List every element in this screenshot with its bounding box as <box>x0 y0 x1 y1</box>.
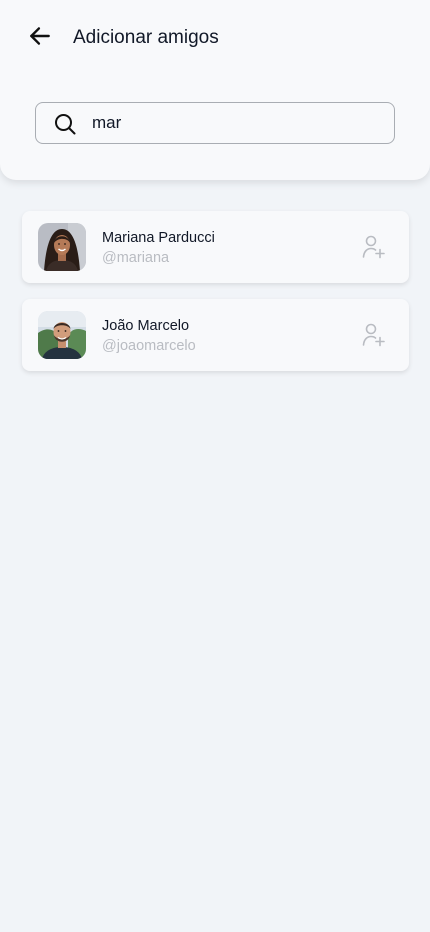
list-item[interactable]: Mariana Parducci @mariana <box>22 211 409 283</box>
search-box[interactable] <box>35 102 395 144</box>
results-list: Mariana Parducci @mariana João Marcelo @… <box>22 211 409 387</box>
woman-avatar-photo <box>38 223 86 271</box>
page-title: Adicionar amigos <box>73 27 219 48</box>
user-name: João Marcelo <box>102 318 190 334</box>
back-button[interactable] <box>24 20 56 52</box>
user-handle: @joaomarcelo <box>102 338 196 354</box>
user-name: Mariana Parducci <box>102 230 215 246</box>
search-input[interactable] <box>92 103 382 143</box>
man-avatar-photo <box>38 311 86 359</box>
arrow-left-icon <box>30 27 50 45</box>
search-icon <box>55 114 76 135</box>
add-user-icon[interactable] <box>361 234 387 260</box>
user-handle: @mariana <box>102 250 170 266</box>
top-bar: Adicionar amigos <box>0 0 430 180</box>
list-item[interactable]: João Marcelo @joaomarcelo <box>22 299 409 371</box>
add-user-icon[interactable] <box>361 322 387 348</box>
